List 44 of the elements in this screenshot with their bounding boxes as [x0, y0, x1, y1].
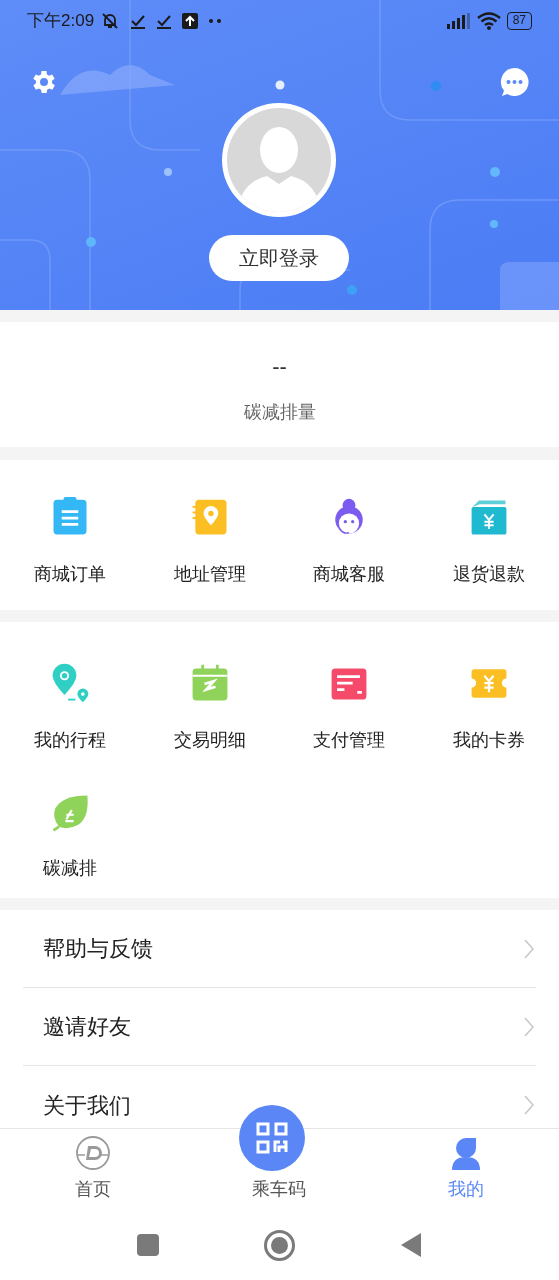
more-notifications-icon	[208, 18, 223, 24]
dot	[275, 80, 285, 90]
chevron-right-icon	[524, 1095, 534, 1115]
panel-corner-drawing	[500, 262, 559, 310]
menu-item[interactable]: 关于我们	[43, 1088, 131, 1122]
service-item[interactable]: 我的行程	[33, 728, 106, 752]
service-item[interactable]: 商城客服	[313, 562, 386, 586]
dot	[431, 81, 441, 91]
chevron-right-icon	[524, 1016, 534, 1037]
status-time: 下午2:09	[27, 10, 95, 33]
service-item[interactable]: 退货退款	[453, 562, 526, 586]
download-done-icon	[156, 13, 173, 29]
qr-code-icon	[255, 1121, 290, 1155]
service-item[interactable]: 碳减排	[42, 856, 97, 880]
service-item[interactable]: 交易明细	[173, 728, 246, 752]
menu-item[interactable]: 邀请好友	[43, 1010, 131, 1043]
tab[interactable]: 首页	[75, 1177, 112, 1201]
carbon-label: 碳减排量	[243, 401, 316, 424]
dot	[490, 167, 500, 177]
download-done-icon	[130, 13, 147, 29]
d-logo-icon	[75, 1135, 112, 1171]
messages-button[interactable]	[499, 67, 530, 98]
battery-indicator: 87	[506, 12, 532, 30]
tab[interactable]: 乘车码	[252, 1177, 307, 1201]
dot	[86, 237, 96, 247]
home-button[interactable]	[264, 1229, 295, 1261]
wifi-icon	[476, 12, 501, 30]
dot	[164, 168, 172, 176]
back-button[interactable]	[400, 1232, 422, 1258]
avatar[interactable]	[222, 103, 336, 217]
menu-item[interactable]: 帮助与反馈	[43, 932, 153, 965]
dot	[347, 285, 357, 295]
login-button[interactable]: 立即登录	[209, 235, 349, 281]
service-item[interactable]: 地址管理	[173, 562, 246, 586]
recents-button[interactable]	[137, 1234, 159, 1256]
service-item[interactable]: 我的卡券	[453, 728, 526, 752]
upload-icon	[182, 13, 199, 29]
tab[interactable]: 我的	[447, 1177, 484, 1201]
dot	[490, 220, 498, 228]
carbon-value: --	[272, 353, 287, 381]
signal-icon	[446, 13, 471, 29]
chevron-right-icon	[524, 938, 534, 959]
service-item[interactable]: 支付管理	[313, 728, 386, 752]
service-item[interactable]: 商城订单	[33, 562, 106, 586]
